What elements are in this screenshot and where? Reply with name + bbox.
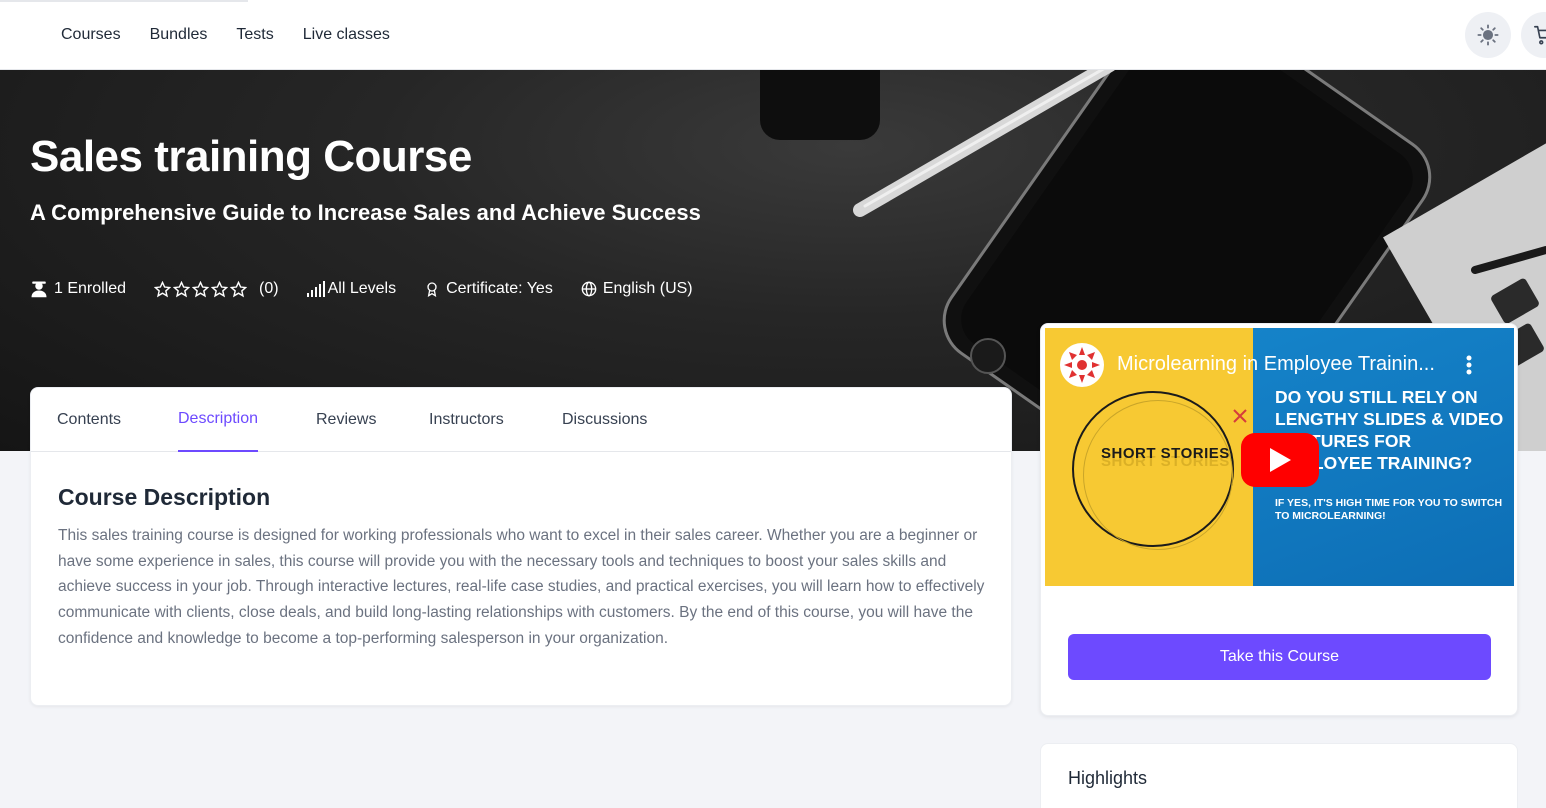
thumbnail-subline: IF YES, IT'S HIGH TIME FOR YOU TO SWITCH…: [1275, 497, 1503, 522]
more-options-icon[interactable]: [1465, 354, 1473, 376]
tab-reviews[interactable]: Reviews: [316, 388, 376, 452]
rating-info: (0): [154, 280, 279, 298]
video-title[interactable]: Microlearning in Employee Trainin...: [1117, 353, 1435, 376]
thumbnail-text: SHORT STORIES: [1101, 445, 1230, 462]
channel-logo-icon: [1062, 345, 1102, 385]
cart-button[interactable]: [1521, 12, 1546, 58]
description-text: This sales training course is designed f…: [58, 527, 985, 647]
rating-count: (0): [259, 280, 279, 297]
cart-icon: [1534, 25, 1546, 45]
course-meta: 1 Enrolled (0) All Levels Certificate: Y…: [30, 280, 721, 298]
description-heading: Course Description: [58, 484, 271, 510]
award-icon: [427, 282, 437, 298]
level-info: All Levels: [306, 280, 397, 298]
nav-links: Courses Bundles Tests Live classes: [61, 0, 390, 70]
certificate-label: Certificate: Yes: [446, 280, 553, 297]
theme-toggle-button[interactable]: [1465, 12, 1511, 58]
tab-discussions[interactable]: Discussions: [562, 388, 647, 452]
tab-description[interactable]: Description: [178, 388, 259, 452]
play-icon: [1270, 448, 1291, 472]
rating-stars: [154, 280, 248, 298]
play-button[interactable]: [1241, 433, 1319, 487]
nav-link-tests[interactable]: Tests: [236, 26, 273, 44]
tab-instructors[interactable]: Instructors: [429, 388, 504, 452]
level-label: All Levels: [327, 280, 397, 297]
student-icon: [31, 281, 47, 298]
top-navigation: Courses Bundles Tests Live classes: [0, 0, 1546, 70]
course-tabs: Contents Description Reviews Instructors…: [31, 388, 1011, 452]
tab-contents[interactable]: Contents: [57, 388, 121, 452]
enrolled-info: 1 Enrolled: [30, 280, 126, 298]
take-course-button[interactable]: Take this Course: [1068, 634, 1491, 680]
nav-link-live-classes[interactable]: Live classes: [303, 26, 390, 44]
star-outline-icon: [192, 280, 210, 297]
certificate-info: Certificate: Yes: [424, 280, 553, 298]
language-info: English (US): [581, 280, 693, 298]
star-outline-icon: [154, 280, 172, 297]
cross-mark-icon: [1233, 409, 1247, 423]
sun-icon: [1477, 24, 1499, 46]
globe-icon: [581, 281, 597, 297]
thumbnail-circle-outline: [1083, 400, 1233, 550]
star-outline-icon: [173, 280, 191, 297]
signal-bars-icon: [306, 281, 325, 297]
star-outline-icon: [211, 280, 229, 297]
course-subtitle: A Comprehensive Guide to Increase Sales …: [30, 200, 701, 225]
nav-link-courses[interactable]: Courses: [61, 26, 121, 44]
channel-logo[interactable]: [1060, 343, 1104, 387]
highlights-heading: Highlights: [1068, 768, 1148, 788]
course-purchase-card: SHORT STORIES SHORT STORIES DO YOU STILL…: [1040, 323, 1518, 716]
star-outline-icon: [230, 280, 248, 297]
language-label: English (US): [602, 280, 693, 297]
video-player[interactable]: SHORT STORIES SHORT STORIES DO YOU STILL…: [1045, 328, 1514, 586]
enrolled-count: 1 Enrolled: [54, 280, 127, 297]
course-details-card: Contents Description Reviews Instructors…: [30, 387, 1012, 706]
course-title: Sales training Course: [30, 132, 472, 181]
nav-link-bundles[interactable]: Bundles: [150, 26, 208, 44]
highlights-card: Highlights: [1040, 743, 1518, 808]
